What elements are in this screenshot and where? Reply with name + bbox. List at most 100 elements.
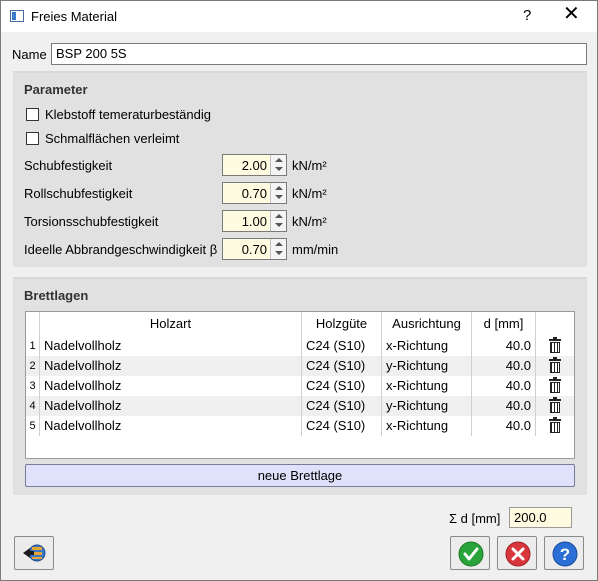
checkbox-klebstoff-box[interactable] xyxy=(26,108,39,121)
name-input[interactable]: BSP 200 5S xyxy=(51,43,587,65)
sum-label: Σ d [mm] xyxy=(449,511,501,526)
row-number: 5 xyxy=(26,416,40,436)
help-button[interactable]: ? xyxy=(544,536,584,570)
cell-d[interactable]: 40.0 xyxy=(472,416,536,436)
torsionsschubfestigkeit-spinbox[interactable]: 1.00 xyxy=(222,210,287,232)
sum-value: 200.0 xyxy=(509,507,572,528)
help-icon: ? xyxy=(552,541,578,567)
cell-d[interactable]: 40.0 xyxy=(472,396,536,416)
rollschubfestigkeit-label: Rollschubfestigkeit xyxy=(24,186,133,201)
cell-holzguete[interactable]: C24 (S10) xyxy=(302,356,382,376)
spin-down-icon[interactable] xyxy=(275,167,283,171)
spin-arrows[interactable] xyxy=(270,239,286,259)
spin-down-icon[interactable] xyxy=(275,223,283,227)
ok-button[interactable] xyxy=(450,536,490,570)
header-ausrichtung[interactable]: Ausrichtung xyxy=(382,312,472,336)
field-schubfestigkeit: Schubfestigkeit 2.00 kN/m² xyxy=(24,154,584,178)
table-row[interactable]: 1 Nadelvollholz C24 (S10) x-Richtung 40.… xyxy=(26,336,574,356)
row-number: 4 xyxy=(26,396,40,416)
cell-holzguete[interactable]: C24 (S10) xyxy=(302,396,382,416)
table-header: Holzart Holzgüte Ausrichtung d [mm] xyxy=(26,312,574,336)
delete-row-button[interactable] xyxy=(536,376,574,396)
cell-ausrichtung[interactable]: x-Richtung xyxy=(382,376,472,396)
spin-arrows[interactable] xyxy=(270,211,286,231)
app-window-icon xyxy=(10,10,24,22)
header-delete xyxy=(536,312,574,336)
spin-down-icon[interactable] xyxy=(275,251,283,255)
torsionsschubfestigkeit-unit: kN/m² xyxy=(292,214,327,229)
cell-d[interactable]: 40.0 xyxy=(472,336,536,356)
header-rownum xyxy=(26,312,40,336)
table-row[interactable]: 2 Nadelvollholz C24 (S10) y-Richtung 40.… xyxy=(26,356,574,376)
abbrandgeschwindigkeit-value[interactable]: 0.70 xyxy=(242,242,267,257)
trash-icon[interactable] xyxy=(549,377,561,393)
delete-row-button[interactable] xyxy=(536,396,574,416)
cell-holzart[interactable]: Nadelvollholz xyxy=(40,356,302,376)
parameter-group-title: Parameter xyxy=(24,82,88,97)
dialog-window: Freies Material ? ✕ Name BSP 200 5S Para… xyxy=(0,0,598,581)
cancel-button[interactable] xyxy=(497,536,537,570)
brettlagen-group: Brettlagen Holzart Holzgüte Ausrichtung … xyxy=(13,277,587,495)
close-button[interactable]: ✕ xyxy=(563,4,580,24)
import-icon xyxy=(23,544,46,562)
field-torsionsschubfestigkeit: Torsionsschubfestigkeit 1.00 kN/m² xyxy=(24,210,584,234)
table-row[interactable]: 3 Nadelvollholz C24 (S10) x-Richtung 40.… xyxy=(26,376,574,396)
trash-icon[interactable] xyxy=(549,357,561,373)
cell-ausrichtung[interactable]: y-Richtung xyxy=(382,356,472,376)
schubfestigkeit-spinbox[interactable]: 2.00 xyxy=(222,154,287,176)
help-title-button[interactable]: ? xyxy=(523,7,531,24)
spin-up-icon[interactable] xyxy=(275,186,283,190)
cell-d[interactable]: 40.0 xyxy=(472,356,536,376)
delete-row-button[interactable] xyxy=(536,336,574,356)
checkbox-schmalflaechen-box[interactable] xyxy=(26,132,39,145)
checkbox-klebstoff-label: Klebstoff temeraturbeständig xyxy=(45,107,211,122)
abbrandgeschwindigkeit-spinbox[interactable]: 0.70 xyxy=(222,238,287,260)
cell-holzart[interactable]: Nadelvollholz xyxy=(40,336,302,356)
field-abbrandgeschwindigkeit: Ideelle Abbrandgeschwindigkeit β 0.70 mm… xyxy=(24,238,584,262)
name-label: Name xyxy=(12,47,47,62)
trash-icon[interactable] xyxy=(549,337,561,353)
window-title: Freies Material xyxy=(31,9,117,24)
cell-ausrichtung[interactable]: x-Richtung xyxy=(382,416,472,436)
torsionsschubfestigkeit-label: Torsionsschubfestigkeit xyxy=(24,214,159,229)
field-rollschubfestigkeit: Rollschubfestigkeit 0.70 kN/m² xyxy=(24,182,584,206)
schubfestigkeit-value[interactable]: 2.00 xyxy=(242,158,267,173)
spin-up-icon[interactable] xyxy=(275,158,283,162)
schubfestigkeit-label: Schubfestigkeit xyxy=(24,158,113,173)
trash-icon[interactable] xyxy=(549,397,561,413)
torsionsschubfestigkeit-value[interactable]: 1.00 xyxy=(242,214,267,229)
spin-up-icon[interactable] xyxy=(275,242,283,246)
import-button[interactable] xyxy=(14,536,54,570)
svg-text:?: ? xyxy=(560,545,570,564)
abbrandgeschwindigkeit-unit: mm/min xyxy=(292,242,339,257)
table-row[interactable]: 4 Nadelvollholz C24 (S10) y-Richtung 40.… xyxy=(26,396,574,416)
cell-ausrichtung[interactable]: x-Richtung xyxy=(382,336,472,356)
checkbox-schmalflaechen-label: Schmalflächen verleimt xyxy=(45,131,180,146)
schubfestigkeit-unit: kN/m² xyxy=(292,158,327,173)
cell-holzart[interactable]: Nadelvollholz xyxy=(40,416,302,436)
cell-holzguete[interactable]: C24 (S10) xyxy=(302,336,382,356)
spin-arrows[interactable] xyxy=(270,183,286,203)
abbrandgeschwindigkeit-label: Ideelle Abbrandgeschwindigkeit β xyxy=(24,242,218,257)
row-number: 2 xyxy=(26,356,40,376)
delete-row-button[interactable] xyxy=(536,416,574,436)
add-brettlage-button[interactable]: neue Brettlage xyxy=(25,464,575,487)
table-row[interactable]: 5 Nadelvollholz C24 (S10) x-Richtung 40.… xyxy=(26,416,574,436)
delete-row-button[interactable] xyxy=(536,356,574,376)
cell-ausrichtung[interactable]: y-Richtung xyxy=(382,396,472,416)
cell-holzguete[interactable]: C24 (S10) xyxy=(302,376,382,396)
header-d[interactable]: d [mm] xyxy=(472,312,536,336)
spin-up-icon[interactable] xyxy=(275,214,283,218)
cell-d[interactable]: 40.0 xyxy=(472,376,536,396)
rollschubfestigkeit-spinbox[interactable]: 0.70 xyxy=(222,182,287,204)
rollschubfestigkeit-value[interactable]: 0.70 xyxy=(242,186,267,201)
header-holzguete[interactable]: Holzgüte xyxy=(302,312,382,336)
spin-arrows[interactable] xyxy=(270,155,286,175)
brettlagen-group-title: Brettlagen xyxy=(24,288,89,303)
trash-icon[interactable] xyxy=(549,417,561,433)
spin-down-icon[interactable] xyxy=(275,195,283,199)
cell-holzart[interactable]: Nadelvollholz xyxy=(40,376,302,396)
cell-holzguete[interactable]: C24 (S10) xyxy=(302,416,382,436)
header-holzart[interactable]: Holzart xyxy=(40,312,302,336)
cell-holzart[interactable]: Nadelvollholz xyxy=(40,396,302,416)
